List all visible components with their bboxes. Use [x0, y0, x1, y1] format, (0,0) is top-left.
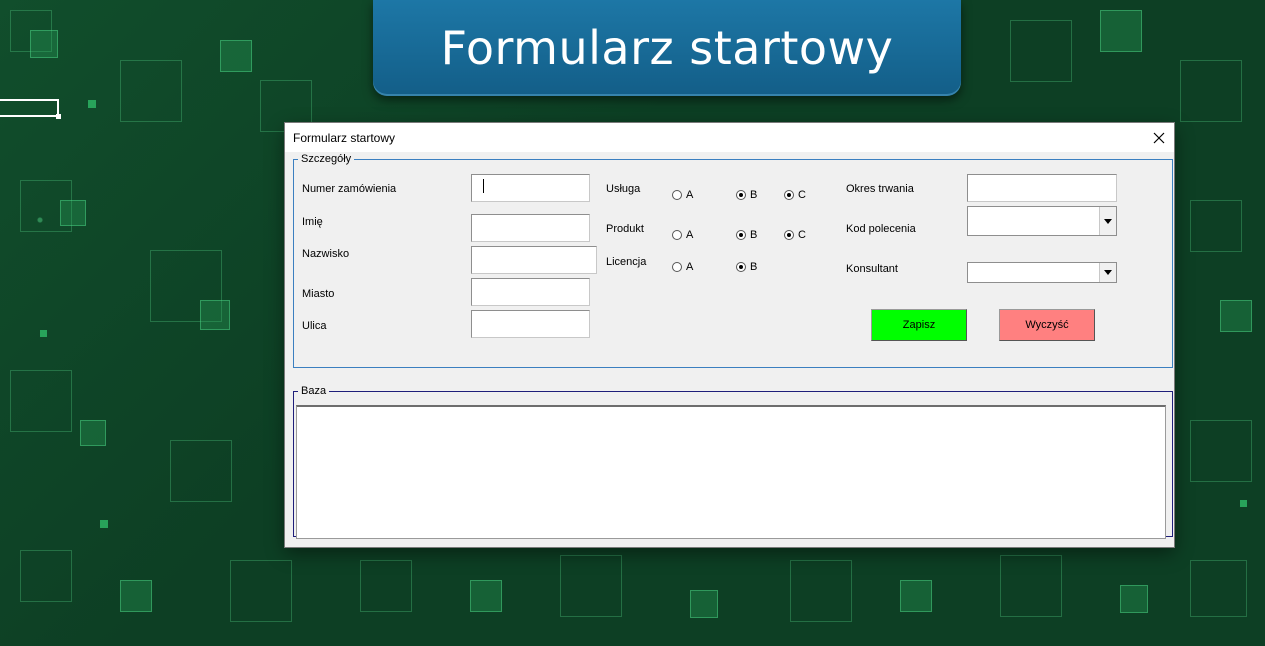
base-listbox[interactable] [296, 405, 1166, 539]
referral-code-label: Kod polecenia [846, 223, 916, 235]
spreadsheet-cell-selection[interactable] [0, 99, 61, 119]
pattern-tile [690, 590, 718, 618]
pattern-tile [200, 300, 230, 330]
service-option-a[interactable]: A [672, 189, 693, 201]
radio-icon [672, 190, 682, 200]
pattern-tile [1120, 585, 1148, 613]
dropdown-arrow-button[interactable] [1099, 207, 1116, 235]
pattern-dot [100, 520, 108, 528]
radio-checked-icon [736, 262, 746, 272]
consultant-combobox[interactable] [967, 262, 1117, 283]
pattern-tile [560, 555, 622, 617]
pattern-dot [1240, 500, 1247, 507]
street-label: Ulica [302, 320, 327, 332]
radio-checked-icon [736, 230, 746, 240]
pattern-tile [360, 560, 412, 612]
pattern-tile [30, 30, 58, 58]
pattern-tile [1220, 300, 1252, 332]
pattern-tile [220, 40, 252, 72]
banner: Formularz startowy [373, 0, 961, 96]
pattern-dot [88, 100, 96, 108]
base-legend: Baza [301, 385, 327, 397]
clear-button[interactable]: Wyczyść [999, 309, 1095, 341]
close-button[interactable] [1144, 123, 1174, 152]
pattern-tile [170, 440, 232, 502]
duration-input[interactable] [967, 174, 1117, 202]
street-input[interactable] [471, 310, 590, 338]
pattern-tile [1190, 200, 1242, 252]
pattern-tile [80, 420, 106, 446]
base-frame: Baza [293, 385, 1173, 539]
save-button[interactable]: Zapisz [871, 309, 967, 341]
service-option-b[interactable]: B [736, 189, 757, 201]
chevron-down-icon [1104, 270, 1112, 275]
consultant-label: Konsultant [846, 263, 898, 275]
pattern-tile [470, 580, 502, 612]
order-number-input[interactable] [471, 174, 590, 202]
service-option-c[interactable]: C [784, 189, 806, 201]
last-name-label: Nazwisko [302, 248, 350, 260]
radio-icon [672, 262, 682, 272]
pattern-tile [60, 200, 86, 226]
text-caret [483, 179, 484, 193]
order-number-label: Numer zamówienia [302, 183, 397, 195]
details-frame: Szczegóły Numer zamówienia Imię Nazwisko… [293, 153, 1173, 368]
duration-label: Okres trwania [846, 183, 914, 195]
pattern-tile [1000, 555, 1062, 617]
first-name-label: Imię [302, 216, 323, 228]
license-option-b[interactable]: B [736, 261, 757, 273]
radio-icon [672, 230, 682, 240]
pattern-tile [120, 580, 152, 612]
chevron-down-icon [1104, 218, 1112, 224]
pattern-tile [1100, 10, 1142, 52]
radio-checked-icon [784, 230, 794, 240]
referral-code-combobox[interactable] [967, 206, 1117, 236]
dropdown-arrow-button[interactable] [1099, 263, 1116, 282]
license-label: Licencja [606, 256, 647, 268]
close-icon [1153, 132, 1165, 143]
product-label: Produkt [606, 223, 644, 235]
banner-title: Formularz startowy [440, 21, 894, 75]
radio-checked-icon [736, 190, 746, 200]
first-name-input[interactable] [471, 214, 590, 242]
product-option-c[interactable]: C [784, 229, 806, 241]
service-label: Usługa [606, 183, 641, 195]
product-option-a[interactable]: A [672, 229, 693, 241]
userform-dialog: Formularz startowy Szczegóły Numer zamów… [285, 123, 1174, 547]
dialog-title: Formularz startowy [293, 130, 396, 145]
pattern-tile [120, 60, 182, 122]
pattern-tile [790, 560, 852, 622]
pattern-tile [1190, 420, 1252, 482]
radio-checked-icon [784, 190, 794, 200]
pattern-tile [1180, 60, 1242, 122]
pattern-dot [40, 330, 47, 337]
details-legend: Szczegóły [301, 153, 352, 165]
last-name-input[interactable] [471, 246, 597, 274]
pattern-tile [10, 370, 72, 432]
pattern-tile [230, 560, 292, 622]
pattern-tile [1010, 20, 1072, 82]
pattern-tile [20, 550, 72, 602]
pattern-tile [900, 580, 932, 612]
city-input[interactable] [471, 278, 590, 306]
product-option-b[interactable]: B [736, 229, 757, 241]
license-option-a[interactable]: A [672, 261, 693, 273]
city-label: Miasto [302, 288, 335, 300]
dialog-titlebar[interactable]: Formularz startowy [285, 123, 1174, 152]
pattern-tile [1190, 560, 1247, 617]
